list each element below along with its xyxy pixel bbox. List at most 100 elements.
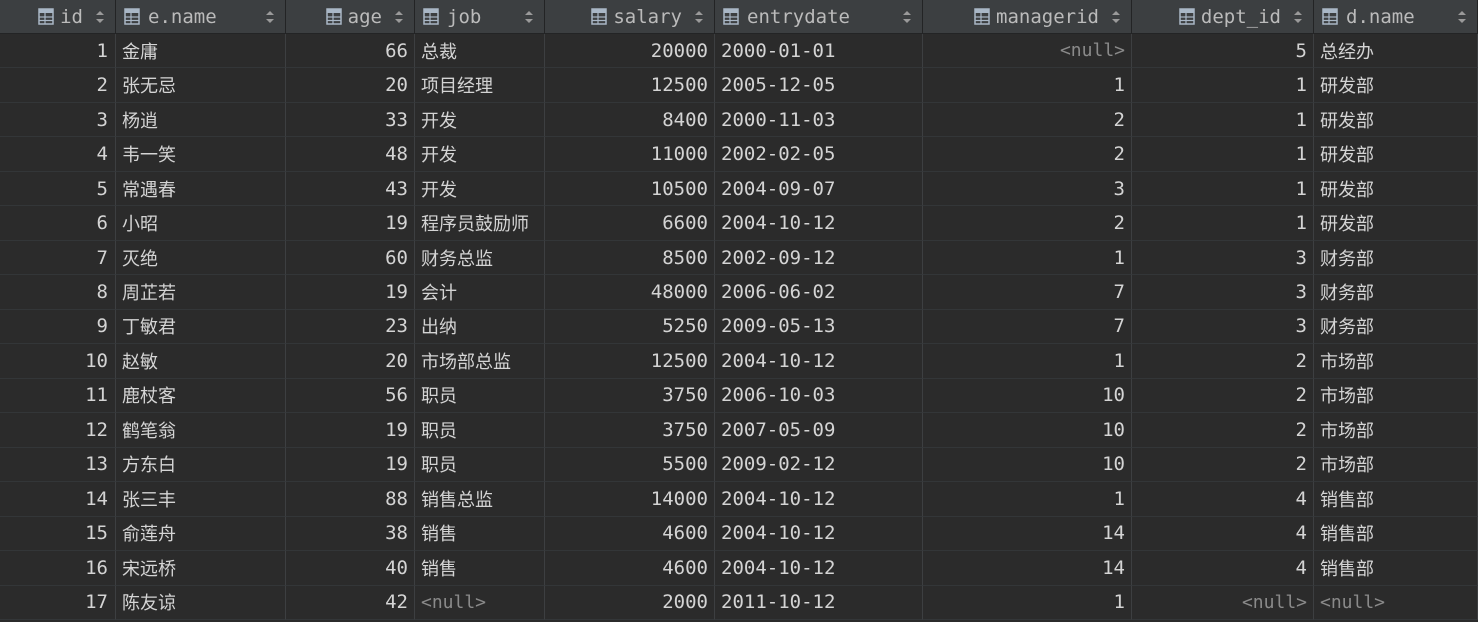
cell-e-name[interactable]: 周芷若	[116, 275, 286, 310]
cell-managerid[interactable]: 1	[923, 482, 1132, 517]
cell-entrydate[interactable]: 2004-10-12	[715, 206, 923, 241]
cell-e-name[interactable]: 杨逍	[116, 102, 286, 138]
cell-dept-id[interactable]: 1	[1132, 137, 1314, 172]
cell-age[interactable]: 20	[286, 68, 415, 103]
cell-entrydate[interactable]: 2006-10-03	[715, 378, 923, 414]
cell-dept-id[interactable]: 2	[1132, 344, 1314, 379]
cell-e-name[interactable]: 张无忌	[116, 68, 286, 103]
cell-e-name[interactable]: 丁敏君	[116, 309, 286, 345]
cell-d-name[interactable]: 研发部	[1314, 206, 1478, 241]
cell-salary[interactable]: 20000	[545, 34, 715, 69]
cell-e-name[interactable]: 方东白	[116, 447, 286, 483]
cell-id[interactable]: 3	[0, 102, 116, 138]
cell-age[interactable]: 43	[286, 171, 415, 207]
cell-job[interactable]: 财务总监	[415, 240, 545, 276]
cell-age[interactable]: 48	[286, 137, 415, 172]
cell-id[interactable]: 15	[0, 516, 116, 552]
cell-e-name[interactable]: 俞莲舟	[116, 516, 286, 552]
cell-d-name[interactable]: 财务部	[1314, 240, 1478, 276]
cell-entrydate[interactable]: 2004-10-12	[715, 516, 923, 552]
cell-job[interactable]: 会计	[415, 275, 545, 310]
cell-dept-id[interactable]: 4	[1132, 551, 1314, 586]
cell-id[interactable]: 16	[0, 551, 116, 586]
cell-d-name[interactable]: 销售部	[1314, 482, 1478, 517]
cell-job[interactable]: <null>	[415, 585, 545, 620]
cell-entrydate[interactable]: 2004-10-12	[715, 551, 923, 586]
cell-entrydate[interactable]: 2004-10-12	[715, 482, 923, 517]
cell-dept-id[interactable]: 3	[1132, 309, 1314, 345]
cell-d-name[interactable]: 研发部	[1314, 137, 1478, 172]
cell-salary[interactable]: 12500	[545, 68, 715, 103]
cell-e-name[interactable]: 张三丰	[116, 482, 286, 517]
sort-arrows-icon[interactable]	[1457, 9, 1467, 25]
cell-managerid[interactable]: <null>	[923, 34, 1132, 69]
cell-managerid[interactable]: 14	[923, 516, 1132, 552]
cell-salary[interactable]: 8400	[545, 102, 715, 138]
cell-e-name[interactable]: 宋远桥	[116, 551, 286, 586]
column-header-managerid[interactable]: managerid	[923, 0, 1132, 34]
cell-salary[interactable]: 2000	[545, 585, 715, 620]
cell-dept-id[interactable]: 1	[1132, 102, 1314, 138]
cell-managerid[interactable]: 2	[923, 137, 1132, 172]
cell-job[interactable]: 销售	[415, 551, 545, 586]
cell-e-name[interactable]: 鹿杖客	[116, 378, 286, 414]
cell-salary[interactable]: 12500	[545, 344, 715, 379]
sort-arrows-icon[interactable]	[902, 9, 912, 25]
cell-dept-id[interactable]: 1	[1132, 171, 1314, 207]
cell-age[interactable]: 23	[286, 309, 415, 345]
cell-dept-id[interactable]: 4	[1132, 482, 1314, 517]
cell-entrydate[interactable]: 2000-11-03	[715, 102, 923, 138]
cell-age[interactable]: 38	[286, 516, 415, 552]
cell-managerid[interactable]: 10	[923, 447, 1132, 483]
cell-job[interactable]: 职员	[415, 378, 545, 414]
cell-managerid[interactable]: 2	[923, 102, 1132, 138]
cell-managerid[interactable]: 10	[923, 378, 1132, 414]
cell-id[interactable]: 10	[0, 344, 116, 379]
cell-d-name[interactable]: 研发部	[1314, 68, 1478, 103]
cell-d-name[interactable]: 财务部	[1314, 275, 1478, 310]
cell-entrydate[interactable]: 2004-10-12	[715, 344, 923, 379]
cell-e-name[interactable]: 金庸	[116, 34, 286, 69]
cell-e-name[interactable]: 灭绝	[116, 240, 286, 276]
cell-dept-id[interactable]: 3	[1132, 275, 1314, 310]
cell-d-name[interactable]: 市场部	[1314, 344, 1478, 379]
cell-d-name[interactable]: 销售部	[1314, 551, 1478, 586]
cell-job[interactable]: 销售总监	[415, 482, 545, 517]
cell-dept-id[interactable]: 5	[1132, 34, 1314, 69]
cell-dept-id[interactable]: 2	[1132, 378, 1314, 414]
cell-entrydate[interactable]: 2002-02-05	[715, 137, 923, 172]
cell-e-name[interactable]: 韦一笑	[116, 137, 286, 172]
cell-id[interactable]: 12	[0, 413, 116, 448]
cell-managerid[interactable]: 10	[923, 413, 1132, 448]
cell-age[interactable]: 33	[286, 102, 415, 138]
cell-managerid[interactable]: 1	[923, 240, 1132, 276]
cell-d-name[interactable]: <null>	[1314, 585, 1478, 620]
column-header-d-name[interactable]: d.name	[1314, 0, 1478, 34]
cell-age[interactable]: 19	[286, 275, 415, 310]
cell-job[interactable]: 职员	[415, 413, 545, 448]
cell-salary[interactable]: 4600	[545, 551, 715, 586]
column-header-salary[interactable]: salary	[545, 0, 715, 34]
cell-job[interactable]: 开发	[415, 171, 545, 207]
cell-managerid[interactable]: 7	[923, 309, 1132, 345]
cell-age[interactable]: 19	[286, 206, 415, 241]
cell-d-name[interactable]: 总经办	[1314, 34, 1478, 69]
cell-entrydate[interactable]: 2000-01-01	[715, 34, 923, 69]
cell-job[interactable]: 开发	[415, 137, 545, 172]
cell-id[interactable]: 13	[0, 447, 116, 483]
cell-id[interactable]: 6	[0, 206, 116, 241]
cell-id[interactable]: 11	[0, 378, 116, 414]
cell-managerid[interactable]: 7	[923, 275, 1132, 310]
cell-dept-id[interactable]: 1	[1132, 206, 1314, 241]
cell-salary[interactable]: 3750	[545, 378, 715, 414]
cell-dept-id[interactable]: 3	[1132, 240, 1314, 276]
sort-arrows-icon[interactable]	[694, 9, 704, 25]
cell-age[interactable]: 20	[286, 344, 415, 379]
cell-id[interactable]: 5	[0, 171, 116, 207]
column-header-dept-id[interactable]: dept_id	[1132, 0, 1314, 34]
cell-d-name[interactable]: 研发部	[1314, 102, 1478, 138]
cell-managerid[interactable]: 1	[923, 344, 1132, 379]
cell-d-name[interactable]: 市场部	[1314, 378, 1478, 414]
cell-age[interactable]: 42	[286, 585, 415, 620]
cell-entrydate[interactable]: 2005-12-05	[715, 68, 923, 103]
